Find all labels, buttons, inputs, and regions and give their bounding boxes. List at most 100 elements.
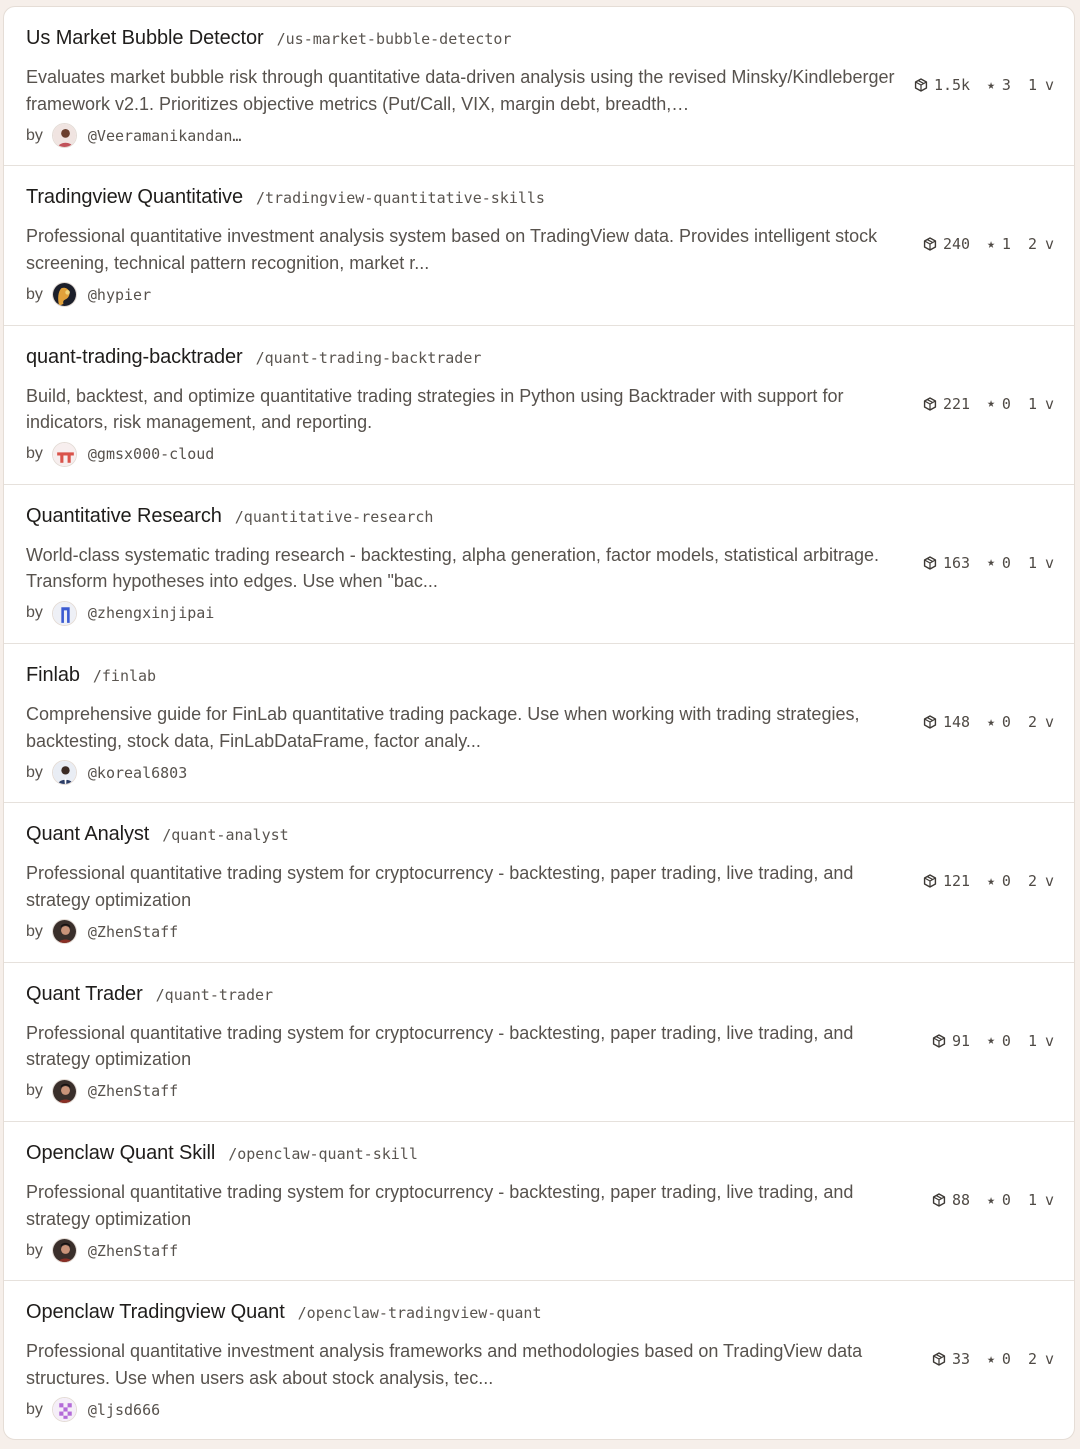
downloads-count: 221 bbox=[942, 394, 971, 413]
author-handle[interactable]: @zhengxinjipai bbox=[88, 604, 214, 622]
versions-stat: 1 v bbox=[1028, 1032, 1054, 1050]
stars-count: 0 bbox=[1001, 1350, 1011, 1369]
skill-title[interactable]: Finlab bbox=[26, 664, 80, 687]
skill-title[interactable]: Tradingview Quantitative bbox=[26, 186, 243, 209]
stars-stat[interactable]: ★ 1 bbox=[987, 235, 1011, 253]
version-suffix: v bbox=[1044, 872, 1054, 891]
stars-stat[interactable]: ★ 0 bbox=[987, 1350, 1011, 1368]
title-line: quant-trading-backtrader /quant-trading-… bbox=[26, 346, 481, 369]
versions-count: 2 bbox=[1027, 1350, 1037, 1369]
skill-slug: /finlab bbox=[92, 667, 157, 686]
versions-stat: 1 v bbox=[1028, 1191, 1054, 1209]
skill-row[interactable]: Quant Analyst /quant-analyst Professiona… bbox=[4, 803, 1074, 963]
star-icon: ★ bbox=[987, 555, 995, 571]
title-line: Openclaw Quant Skill /openclaw-quant-ski… bbox=[26, 1142, 418, 1165]
stars-count: 0 bbox=[1001, 553, 1011, 572]
by-label: by bbox=[26, 1241, 43, 1259]
by-label: by bbox=[26, 445, 43, 463]
skill-row[interactable]: Tradingview Quantitative /tradingview-qu… bbox=[4, 166, 1074, 326]
stars-stat[interactable]: ★ 0 bbox=[987, 1032, 1011, 1050]
stars-count: 0 bbox=[1001, 713, 1011, 732]
package-icon bbox=[914, 78, 928, 92]
stars-stat[interactable]: ★ 0 bbox=[987, 1191, 1011, 1209]
author-handle[interactable]: @Veeramanikandan… bbox=[88, 127, 242, 145]
skill-title[interactable]: Us Market Bubble Detector bbox=[26, 27, 264, 50]
downloads-count: 33 bbox=[952, 1350, 971, 1369]
downloads-stat: 91 bbox=[932, 1032, 970, 1050]
versions-count: 1 bbox=[1027, 1031, 1037, 1050]
skill-slug: /us-market-bubble-detector bbox=[276, 30, 512, 48]
skill-row[interactable]: Quantitative Research /quantitative-rese… bbox=[4, 485, 1074, 645]
versions-count: 1 bbox=[1027, 553, 1037, 572]
version-suffix: v bbox=[1044, 76, 1054, 94]
author-line: by @ZhenStaff bbox=[26, 919, 178, 945]
author-line: by @ZhenStaff bbox=[26, 1238, 178, 1264]
avatar-person-dark[interactable] bbox=[51, 1238, 77, 1264]
stars-stat[interactable]: ★ 3 bbox=[987, 76, 1011, 94]
author-handle[interactable]: @ljsd666 bbox=[88, 1401, 160, 1419]
author-handle[interactable]: @ZhenStaff bbox=[88, 923, 178, 941]
star-icon: ★ bbox=[987, 396, 995, 412]
stars-stat[interactable]: ★ 0 bbox=[987, 713, 1011, 731]
skill-description: Comprehensive guide for FinLab quantitat… bbox=[26, 704, 860, 751]
by-label: by bbox=[26, 1082, 43, 1100]
skill-row[interactable]: Finlab /finlab Comprehensive guide for F… bbox=[4, 644, 1074, 804]
skill-row[interactable]: Quant Trader /quant-trader Professional … bbox=[4, 963, 1074, 1123]
versions-count: 1 bbox=[1027, 76, 1037, 94]
avatar-blue-logo[interactable] bbox=[51, 600, 77, 626]
downloads-stat: 121 bbox=[923, 872, 970, 890]
author-line: by @ljsd666 bbox=[26, 1397, 160, 1423]
author-handle[interactable]: @koreal6803 bbox=[88, 764, 187, 782]
downloads-stat: 240 bbox=[923, 235, 970, 253]
skill-slug: /quantitative-research bbox=[234, 507, 434, 526]
skill-row[interactable]: Openclaw Quant Skill /openclaw-quant-ski… bbox=[4, 1122, 1074, 1282]
avatar-dark-artwork[interactable] bbox=[51, 282, 77, 308]
skill-title[interactable]: quant-trading-backtrader bbox=[26, 346, 243, 369]
downloads-count: 148 bbox=[942, 713, 971, 732]
package-icon bbox=[923, 715, 937, 729]
skill-row[interactable]: Us Market Bubble Detector /us-market-bub… bbox=[4, 7, 1074, 167]
skill-title[interactable]: Quantitative Research bbox=[26, 505, 222, 528]
skill-title[interactable]: Quant Analyst bbox=[26, 823, 149, 846]
author-line: by @koreal6803 bbox=[26, 760, 187, 786]
star-icon: ★ bbox=[987, 873, 995, 889]
skill-stats: 163 ★ 0 1 v bbox=[923, 554, 1054, 572]
avatar-person-photo[interactable] bbox=[51, 123, 77, 148]
author-handle[interactable]: @ZhenStaff bbox=[88, 1242, 178, 1260]
author-handle[interactable]: @gmsx000-cloud bbox=[88, 445, 214, 463]
avatar-pixel-identicon[interactable] bbox=[51, 1397, 77, 1423]
versions-stat: 1 v bbox=[1028, 554, 1054, 572]
skill-title[interactable]: Quant Trader bbox=[26, 983, 143, 1006]
package-icon bbox=[923, 556, 937, 570]
avatar-person-dark[interactable] bbox=[51, 919, 77, 945]
stars-stat[interactable]: ★ 0 bbox=[987, 554, 1011, 572]
versions-stat: 1 v bbox=[1028, 395, 1054, 413]
skill-title[interactable]: Openclaw Quant Skill bbox=[26, 1142, 215, 1165]
title-line: Tradingview Quantitative /tradingview-qu… bbox=[26, 186, 545, 209]
version-suffix: v bbox=[1044, 553, 1054, 572]
avatar-person-suit[interactable] bbox=[51, 760, 77, 786]
skill-stats: 91 ★ 0 1 v bbox=[932, 1032, 1054, 1050]
skill-description: Professional quantitative investment ana… bbox=[26, 1341, 863, 1388]
package-icon bbox=[932, 1034, 946, 1048]
skill-row[interactable]: Openclaw Tradingview Quant /openclaw-tra… bbox=[4, 1281, 1074, 1439]
star-icon: ★ bbox=[987, 1351, 995, 1367]
stars-stat[interactable]: ★ 0 bbox=[987, 872, 1011, 890]
avatar-red-logo[interactable] bbox=[51, 441, 77, 467]
versions-stat: 2 v bbox=[1028, 872, 1054, 890]
stars-stat[interactable]: ★ 0 bbox=[987, 395, 1011, 413]
skill-title[interactable]: Openclaw Tradingview Quant bbox=[26, 1301, 285, 1324]
skill-description: Professional quantitative trading system… bbox=[26, 1022, 854, 1070]
version-suffix: v bbox=[1044, 235, 1054, 254]
avatar-person-dark[interactable] bbox=[51, 1078, 77, 1104]
author-line: by @hypier bbox=[26, 282, 151, 308]
downloads-stat: 1.5k bbox=[914, 76, 970, 94]
skill-row[interactable]: quant-trading-backtrader /quant-trading-… bbox=[4, 326, 1074, 485]
skill-stats: 1.5k ★ 3 1 v bbox=[914, 76, 1054, 94]
title-line: Us Market Bubble Detector /us-market-bub… bbox=[26, 27, 511, 50]
star-icon: ★ bbox=[987, 1033, 995, 1049]
author-handle[interactable]: @hypier bbox=[88, 286, 151, 304]
author-handle[interactable]: @ZhenStaff bbox=[88, 1082, 178, 1100]
by-label: by bbox=[26, 604, 43, 622]
by-label: by bbox=[26, 285, 43, 303]
